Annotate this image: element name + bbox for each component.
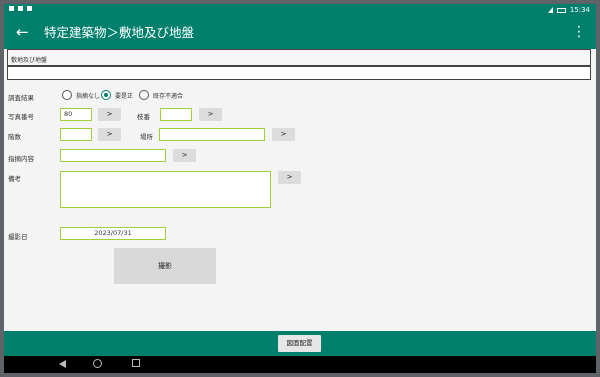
tablet-screen: 15:34 ← 特定建築物＞敷地及び地盤 ⋮ 敷地及び地盤 調査結果 指摘なし …: [4, 4, 596, 373]
radio-button[interactable]: [139, 90, 149, 100]
branch-number-input[interactable]: [160, 108, 192, 121]
finding-input[interactable]: [60, 149, 166, 162]
diagram-placement-button[interactable]: 図面配置: [278, 335, 321, 352]
system-nav-bar: [4, 356, 596, 373]
radio-existing-nonconforming[interactable]: 既存不適合: [139, 90, 183, 100]
location-label: 場所: [140, 133, 153, 141]
remarks-label: 備考: [8, 175, 21, 183]
section-input[interactable]: [7, 66, 591, 80]
battery-icon: [556, 7, 566, 13]
photo-number-picker-button[interactable]: >: [98, 108, 121, 121]
remarks-picker-button[interactable]: >: [278, 171, 301, 184]
bottom-bar: 図面配置: [4, 331, 596, 356]
location-picker-button[interactable]: >: [272, 128, 295, 141]
radio-button-selected[interactable]: [101, 90, 111, 100]
back-arrow-icon[interactable]: ←: [16, 23, 29, 41]
finding-label: 指摘内容: [8, 155, 34, 163]
photo-number-label: 写真番号: [8, 113, 34, 121]
more-menu-icon[interactable]: ⋮: [572, 23, 586, 41]
section-label: 敷地及び地盤: [7, 49, 591, 66]
notification-icon: [9, 6, 14, 11]
shoot-date-input[interactable]: 2023/07/31: [60, 227, 166, 240]
nav-home-icon[interactable]: [93, 359, 102, 368]
remarks-textarea[interactable]: [60, 171, 271, 208]
wifi-icon: [547, 7, 553, 13]
floor-picker-button[interactable]: >: [98, 128, 121, 141]
finding-picker-button[interactable]: >: [173, 149, 196, 162]
radio-no-issue[interactable]: 指摘なし: [62, 90, 100, 100]
branch-number-picker-button[interactable]: >: [199, 108, 222, 121]
branch-number-label: 枝番: [137, 113, 150, 121]
photo-number-input[interactable]: 80: [60, 108, 92, 121]
survey-result-label: 調査結果: [8, 94, 34, 102]
app-bar: ← 特定建築物＞敷地及び地盤 ⋮: [4, 17, 596, 49]
radio-button[interactable]: [62, 90, 72, 100]
status-bar: 15:34: [4, 4, 596, 17]
page-title: 特定建築物＞敷地及び地盤: [44, 25, 195, 40]
nav-back-icon[interactable]: [59, 360, 66, 368]
location-input[interactable]: [159, 128, 265, 141]
capture-button[interactable]: 撮影: [114, 248, 216, 284]
notification-icon: [27, 6, 32, 11]
status-time: 15:34: [569, 6, 590, 14]
shoot-date-label: 撮影日: [8, 233, 28, 241]
form-content: 敷地及び地盤 調査結果 指摘なし 要是正 既存不適合 写真番号 80 > 枝番 …: [4, 49, 596, 331]
nav-recents-icon[interactable]: [132, 359, 140, 367]
floor-label: 階数: [8, 133, 21, 141]
floor-input[interactable]: [60, 128, 92, 141]
radio-correction-required[interactable]: 要是正: [101, 90, 133, 100]
notification-icon: [18, 6, 23, 11]
